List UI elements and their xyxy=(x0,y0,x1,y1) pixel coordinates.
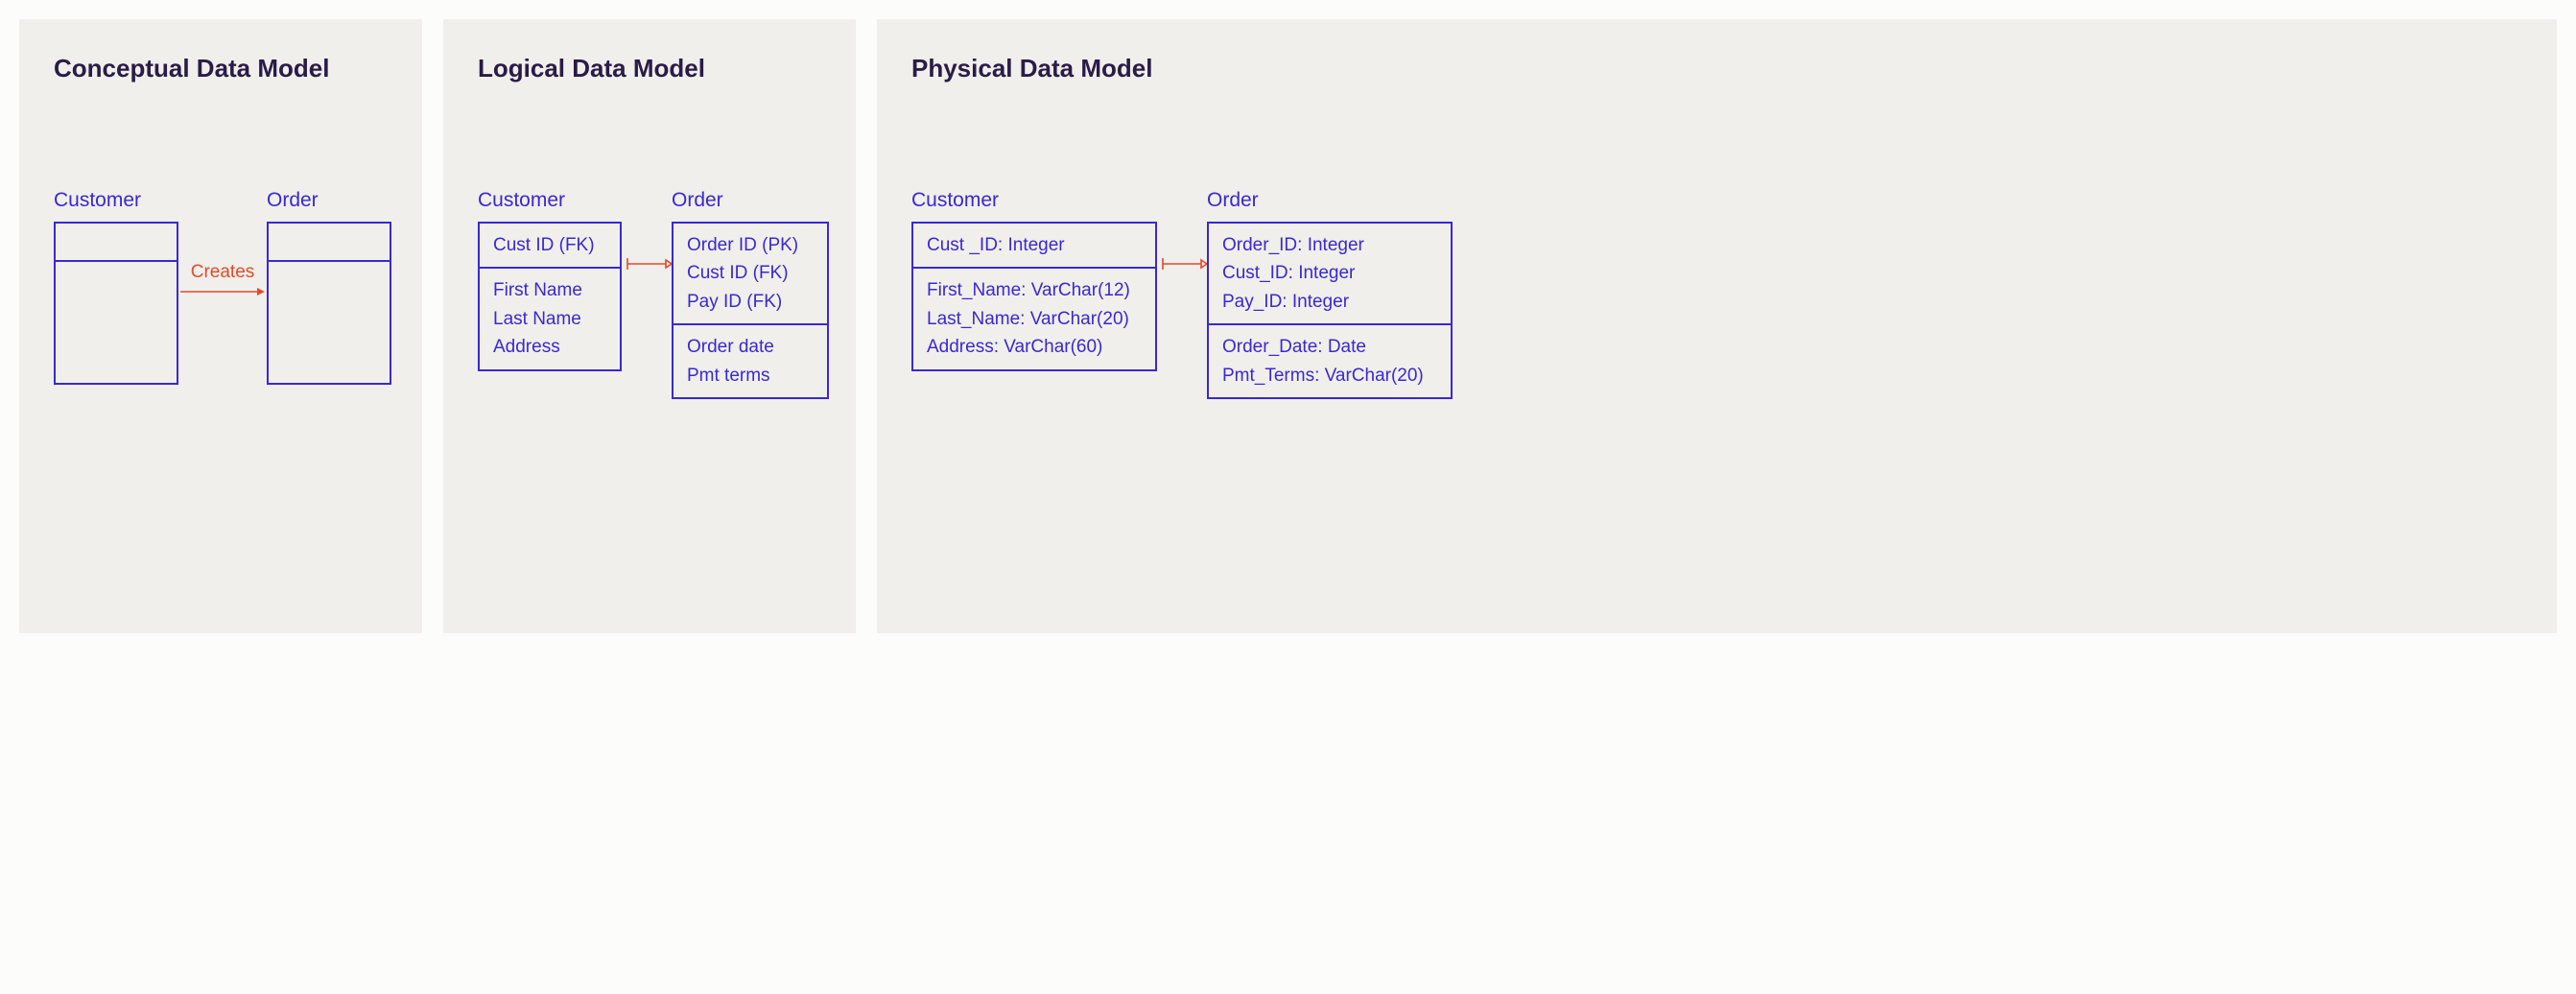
diagram-canvas: Conceptual Data Model Customer Creates O… xyxy=(19,19,2557,633)
attr-line: Order_ID: Integer xyxy=(1222,231,1437,259)
logical-order-entity: Order Order ID (PK)Cust ID (FK)Pay ID (F… xyxy=(672,189,829,399)
panel-conceptual: Conceptual Data Model Customer Creates O… xyxy=(19,19,422,633)
physical-relationship xyxy=(1157,256,1207,272)
logical-relationship xyxy=(622,256,672,272)
attr-line: Pmt_Terms: VarChar(20) xyxy=(1222,362,1437,390)
physical-customer-box: Cust _ID: Integer First_Name: VarChar(12… xyxy=(911,222,1157,371)
logical-order-attrs: Order datePmt terms xyxy=(674,323,827,397)
attr-line: Last_Name: VarChar(20) xyxy=(927,305,1142,333)
attr-line: Last Name xyxy=(493,305,606,333)
conceptual-customer-entity: Customer xyxy=(54,189,178,385)
panel-physical: Physical Data Model Customer Cust _ID: I… xyxy=(877,19,2557,633)
entity-label-customer: Customer xyxy=(54,189,178,212)
arrow-right-icon xyxy=(178,285,267,298)
attr-line: Pmt terms xyxy=(687,362,814,390)
attr-line: Cust _ID: Integer xyxy=(927,231,1142,259)
entity-label-order: Order xyxy=(672,189,829,212)
attr-line: Address: VarChar(60) xyxy=(927,333,1142,361)
conceptual-relationship: Creates xyxy=(178,262,267,298)
conceptual-order-box xyxy=(267,222,391,385)
attr-line: Cust_ID: Integer xyxy=(1222,259,1437,287)
attr-line: Cust ID (FK) xyxy=(687,259,814,287)
relationship-connector-icon xyxy=(622,256,672,272)
attr-line: Pay_ID: Integer xyxy=(1222,288,1437,316)
logical-customer-keys: Cust ID (FK) xyxy=(480,224,620,267)
attr-line: Cust ID (FK) xyxy=(493,231,606,259)
attr-line: First Name xyxy=(493,276,606,304)
panel-title-conceptual: Conceptual Data Model xyxy=(54,54,388,83)
entity-label-order: Order xyxy=(267,189,391,212)
panel-title-logical: Logical Data Model xyxy=(478,54,821,83)
physical-customer-keys: Cust _ID: Integer xyxy=(913,224,1155,267)
physical-order-entity: Order Order_ID: IntegerCust_ID: IntegerP… xyxy=(1207,189,1453,399)
logical-customer-entity: Customer Cust ID (FK) First NameLast Nam… xyxy=(478,189,622,371)
relationship-label: Creates xyxy=(191,262,255,283)
attr-line: Order_Date: Date xyxy=(1222,333,1437,361)
attr-line: Order ID (PK) xyxy=(687,231,814,259)
logical-customer-attrs: First NameLast NameAddress xyxy=(480,267,620,368)
attr-line: Pay ID (FK) xyxy=(687,288,814,316)
relationship-connector-icon xyxy=(1157,256,1207,272)
entity-label-customer: Customer xyxy=(478,189,622,212)
logical-customer-box: Cust ID (FK) First NameLast NameAddress xyxy=(478,222,622,371)
physical-customer-attrs: First_Name: VarChar(12)Last_Name: VarCha… xyxy=(913,267,1155,368)
attr-line: First_Name: VarChar(12) xyxy=(927,276,1142,304)
panel-title-physical: Physical Data Model xyxy=(911,54,2522,83)
conceptual-customer-box xyxy=(54,222,178,385)
physical-order-attrs: Order_Date: DatePmt_Terms: VarChar(20) xyxy=(1209,323,1451,397)
physical-order-box: Order_ID: IntegerCust_ID: IntegerPay_ID:… xyxy=(1207,222,1453,399)
attr-line: Address xyxy=(493,333,606,361)
entity-label-order: Order xyxy=(1207,189,1453,212)
entity-label-customer: Customer xyxy=(911,189,1157,212)
logical-order-box: Order ID (PK)Cust ID (FK)Pay ID (FK) Ord… xyxy=(672,222,829,399)
physical-order-keys: Order_ID: IntegerCust_ID: IntegerPay_ID:… xyxy=(1209,224,1451,323)
physical-customer-entity: Customer Cust _ID: Integer First_Name: V… xyxy=(911,189,1157,371)
attr-line: Order date xyxy=(687,333,814,361)
logical-order-keys: Order ID (PK)Cust ID (FK)Pay ID (FK) xyxy=(674,224,827,323)
conceptual-order-entity: Order xyxy=(267,189,391,385)
panel-logical: Logical Data Model Customer Cust ID (FK)… xyxy=(443,19,856,633)
